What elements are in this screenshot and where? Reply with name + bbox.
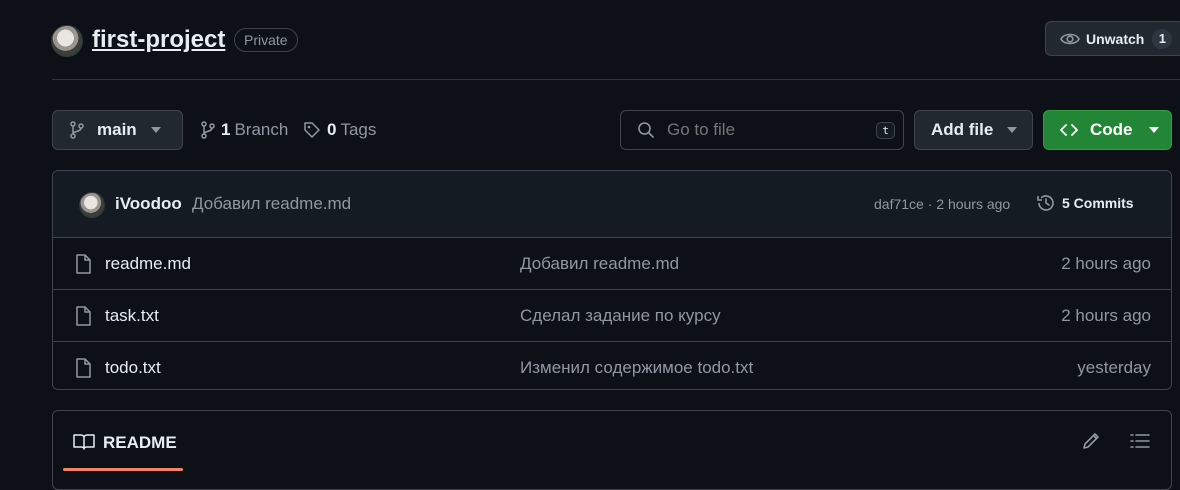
eye-icon: [1060, 31, 1080, 47]
file-updated-time: 2 hours ago: [1061, 305, 1151, 325]
commit-author[interactable]: iVoodoo: [115, 194, 182, 214]
visibility-badge: Private: [234, 28, 298, 52]
branches-link[interactable]: 1 Branch: [200, 120, 288, 140]
branch-select-button[interactable]: main: [52, 110, 183, 150]
file-name[interactable]: task.txt: [105, 306, 159, 326]
unwatch-label: Unwatch: [1086, 30, 1145, 47]
file-commit-message[interactable]: Сделал задание по курсу: [520, 306, 721, 326]
file-commit-message[interactable]: Добавил readme.md: [520, 254, 679, 274]
list-icon[interactable]: [1130, 432, 1150, 450]
file-updated-time: yesterday: [1077, 357, 1151, 377]
unwatch-button[interactable]: Unwatch 1: [1045, 21, 1180, 56]
file-icon: [75, 253, 91, 274]
branch-count-label: Branch: [234, 120, 289, 139]
tags-link[interactable]: 0 Tags: [303, 120, 376, 140]
file-updated-time: 2 hours ago: [1061, 253, 1151, 273]
code-button[interactable]: Code: [1043, 110, 1172, 150]
code-label: Code: [1090, 120, 1133, 139]
go-to-file-search[interactable]: t: [620, 110, 904, 150]
file-icon: [75, 305, 91, 326]
code-icon: [1060, 123, 1078, 137]
readme-panel: README: [52, 410, 1172, 490]
chevron-down-icon: [1007, 127, 1018, 133]
latest-commit-bar: iVoodoo Добавил readme.md daf71ce · 2 ho…: [53, 171, 1171, 238]
file-name[interactable]: readme.md: [105, 254, 191, 274]
file-icon: [75, 357, 91, 378]
file-browser: iVoodoo Добавил readme.md daf71ce · 2 ho…: [52, 170, 1172, 390]
book-icon: [73, 433, 95, 451]
file-row[interactable]: todo.txt Изменил содержимое todo.txt yes…: [53, 342, 1171, 389]
commit-meta[interactable]: daf71ce · 2 hours ago: [874, 196, 1010, 212]
search-input[interactable]: [665, 119, 869, 141]
branch-name: main: [97, 120, 137, 139]
file-commit-message[interactable]: Изменил содержимое todo.txt: [520, 358, 753, 378]
readme-tab[interactable]: README: [103, 433, 177, 453]
add-file-button[interactable]: Add file: [914, 110, 1033, 150]
commit-author-avatar[interactable]: [79, 192, 105, 218]
watch-count: 1: [1152, 28, 1173, 49]
chevron-down-icon: [1148, 127, 1159, 133]
file-name[interactable]: todo.txt: [105, 358, 161, 378]
header-divider: [52, 79, 1180, 80]
tag-count-label: Tags: [340, 120, 377, 139]
search-shortcut-hint: t: [876, 121, 895, 139]
pencil-icon[interactable]: [1081, 431, 1101, 451]
repo-owner-avatar[interactable]: [51, 25, 83, 57]
git-branch-icon: [69, 121, 85, 139]
file-row[interactable]: readme.md Добавил readme.md 2 hours ago: [53, 238, 1171, 290]
add-file-label: Add file: [931, 120, 994, 139]
tag-count: 0: [327, 120, 337, 139]
git-branch-icon: [200, 121, 216, 139]
branch-count: 1: [221, 120, 231, 139]
repo-name-link[interactable]: first-project: [92, 26, 225, 54]
commits-history-link[interactable]: 5 Commits: [1036, 193, 1134, 213]
history-icon: [1036, 193, 1056, 213]
tag-icon: [303, 121, 321, 139]
search-icon: [637, 121, 655, 139]
chevron-down-icon: [150, 127, 161, 133]
commits-count: 5 Commits: [1062, 195, 1134, 211]
commit-message[interactable]: Добавил readme.md: [192, 194, 351, 214]
file-row[interactable]: task.txt Сделал задание по курсу 2 hours…: [53, 290, 1171, 342]
